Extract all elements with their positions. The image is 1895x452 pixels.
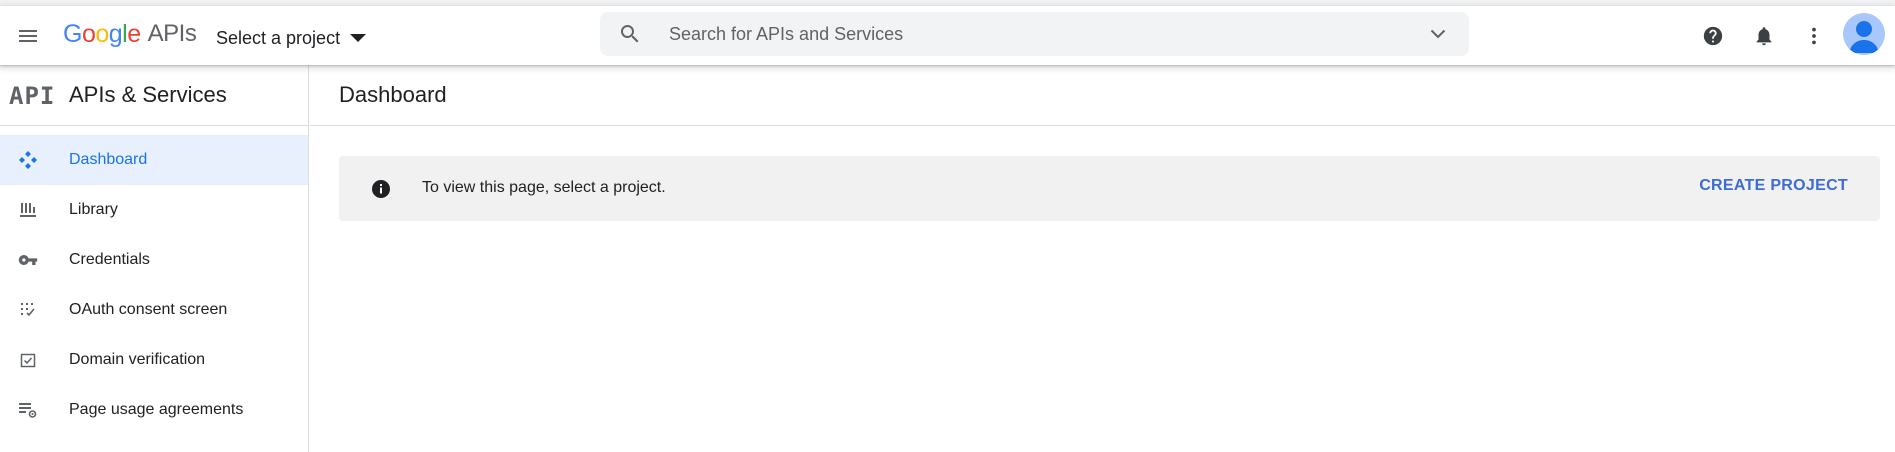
logo-suffix: APIs [147, 20, 197, 47]
logo-letter: o [95, 19, 109, 48]
info-icon [371, 179, 391, 199]
dashboard-icon [18, 150, 38, 170]
sidebar: API APIs & Services Dashboard Library Cr… [0, 65, 309, 452]
banner-message: To view this page, select a project. [422, 179, 666, 196]
library-icon [18, 200, 38, 220]
sidebar-item-library[interactable]: Library [0, 185, 308, 235]
menu-icon[interactable] [12, 21, 44, 51]
sidebar-item-oauth-consent-screen[interactable]: OAuth consent screen [0, 285, 308, 335]
page-title: Dashboard [339, 82, 447, 107]
logo-letter: g [108, 19, 123, 48]
sidebar-item-label: Dashboard [69, 151, 148, 168]
logo-letter: G [63, 19, 82, 48]
domain-verification-icon [18, 350, 38, 370]
search-bar[interactable] [600, 12, 1469, 56]
sidebar-item-label: OAuth consent screen [69, 301, 228, 318]
main-header: Dashboard [310, 65, 1895, 126]
oauth-consent-icon [18, 300, 38, 320]
sidebar-item-label: Domain verification [69, 351, 206, 368]
page-usage-settings-icon [18, 400, 38, 420]
google-apis-logo[interactable]: Google APIs [63, 19, 197, 49]
sidebar-nav: Dashboard Library Credentials OAuth cons… [0, 135, 308, 435]
project-picker-label: Select a project [216, 27, 341, 48]
main-content: Dashboard To view this page, select a pr… [310, 65, 1895, 452]
sidebar-item-label: Library [69, 201, 118, 218]
create-project-button[interactable]: CREATE PROJECT [1699, 177, 1848, 195]
sidebar-item-dashboard[interactable]: Dashboard [0, 135, 308, 185]
sidebar-item-page-usage-agreements[interactable]: Page usage agreements [0, 385, 308, 435]
search-icon[interactable] [618, 22, 642, 46]
key-icon [18, 250, 38, 270]
project-picker-button[interactable]: Select a project [216, 23, 367, 53]
caret-down-icon [350, 34, 367, 42]
search-input[interactable] [669, 18, 1369, 50]
avatar[interactable] [1843, 13, 1885, 55]
more-vert-icon[interactable] [1800, 22, 1828, 50]
chevron-down-icon[interactable] [1426, 22, 1450, 46]
logo-letter: e [127, 19, 141, 48]
help-icon[interactable] [1699, 22, 1727, 50]
select-project-banner: To view this page, select a project. CRE… [339, 156, 1880, 221]
sidebar-item-label: Page usage agreements [69, 401, 244, 418]
sidebar-header: API APIs & Services [0, 65, 308, 126]
logo-letter: o [81, 19, 96, 48]
api-logo-icon: API [9, 82, 56, 110]
sidebar-item-credentials[interactable]: Credentials [0, 235, 308, 285]
sidebar-item-label: Credentials [69, 251, 150, 268]
sidebar-title: APIs & Services [69, 82, 227, 107]
notifications-icon[interactable] [1750, 22, 1778, 50]
top-app-bar: Google APIs Select a project [0, 6, 1895, 65]
sidebar-item-domain-verification[interactable]: Domain verification [0, 335, 308, 385]
